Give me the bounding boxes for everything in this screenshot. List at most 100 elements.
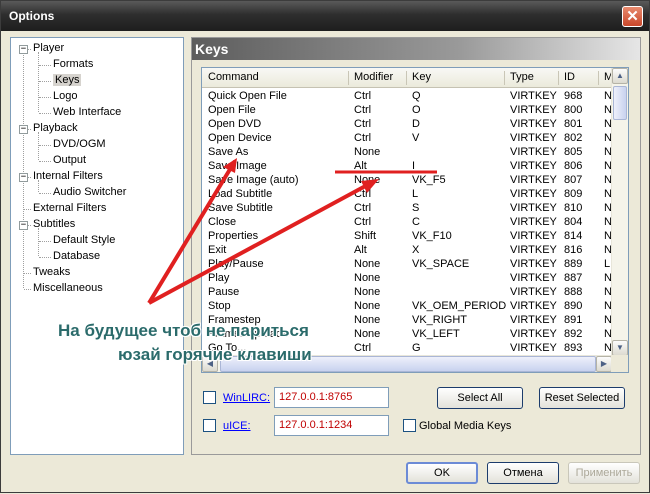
uice-link[interactable]: uICE: — [223, 420, 251, 432]
table-cell: Ctrl — [354, 132, 372, 144]
table-row[interactable]: Exit Alt X VIRTKEY 816 N — [202, 244, 612, 258]
collapse-icon[interactable]: − — [19, 45, 28, 54]
apply-button[interactable]: Применить — [568, 462, 640, 484]
table-row[interactable]: Save Image (auto) None VK_F5 VIRTKEY 807 N — [202, 174, 612, 188]
column-separator[interactable] — [558, 71, 559, 85]
table-row[interactable]: Pause None VIRTKEY 888 N — [202, 286, 612, 300]
ok-button[interactable]: OK — [406, 462, 478, 484]
table-row[interactable]: Save As None VIRTKEY 805 N — [202, 146, 612, 160]
table-cell: V — [412, 132, 420, 144]
table-cell: VIRTKEY — [510, 90, 557, 102]
list-header: Command Modifier Key Type ID M — [202, 68, 613, 88]
table-cell: Stop — [208, 300, 231, 312]
column-header-key[interactable]: Key — [412, 71, 431, 83]
tree-item-miscellaneous[interactable]: Miscellaneous — [33, 282, 103, 294]
tree-guide-line — [39, 81, 51, 82]
tree-item-formats[interactable]: Formats — [53, 58, 93, 70]
table-row[interactable]: Play None VIRTKEY 887 N — [202, 272, 612, 286]
arrow-down-icon: ▼ — [616, 343, 624, 352]
select-all-button[interactable]: Select All — [437, 387, 523, 409]
table-cell: 802 — [564, 132, 583, 144]
table-row[interactable]: Save Image Alt I VIRTKEY 806 N — [202, 160, 612, 174]
table-cell: VIRTKEY — [510, 258, 557, 270]
collapse-icon[interactable]: − — [19, 221, 28, 230]
table-cell: VIRTKEY — [510, 216, 557, 228]
table-row[interactable]: Properties Shift VK_F10 VIRTKEY 814 N — [202, 230, 612, 244]
tree-guide-line — [39, 257, 51, 258]
table-cell: S — [412, 202, 420, 214]
table-row[interactable]: Open Device Ctrl V VIRTKEY 802 N — [202, 132, 612, 146]
column-header-type[interactable]: Type — [510, 71, 534, 83]
table-cell: 893 — [564, 342, 583, 354]
table-row[interactable]: Close Ctrl C VIRTKEY 804 N — [202, 216, 612, 230]
tree-item-web-interface[interactable]: Web Interface — [53, 106, 121, 118]
tree-item-external-filters[interactable]: External Filters — [33, 202, 106, 214]
table-cell: 887 — [564, 272, 583, 284]
scroll-up-button[interactable]: ▲ — [612, 68, 628, 84]
table-cell: None — [354, 286, 381, 298]
vertical-scrollbar[interactable]: ▲ ▼ — [611, 68, 628, 356]
table-cell: None — [354, 146, 381, 158]
tree-item-internal-filters[interactable]: Internal Filters — [33, 170, 103, 182]
title-bar[interactable]: Options ✕ — [1, 1, 649, 31]
column-header-id[interactable]: ID — [564, 71, 575, 83]
tree-item-subtitles[interactable]: Subtitles — [33, 218, 75, 230]
collapse-icon[interactable]: − — [19, 173, 28, 182]
tree-item-audio-switcher[interactable]: Audio Switcher — [53, 186, 126, 198]
tree-item-logo[interactable]: Logo — [53, 90, 77, 102]
table-cell: VIRTKEY — [510, 272, 557, 284]
uice-checkbox[interactable] — [203, 419, 216, 432]
uice-address-field[interactable]: 127.0.0.1:1234 — [274, 415, 389, 436]
table-row[interactable]: Play/Pause None VK_SPACE VIRTKEY 889 L — [202, 258, 612, 272]
table-row[interactable]: Load Subtitle Ctrl L VIRTKEY 809 N — [202, 188, 612, 202]
reset-selected-button[interactable]: Reset Selected — [539, 387, 625, 409]
tree-guide-line — [39, 113, 51, 114]
tree-item-default-style[interactable]: Default Style — [53, 234, 115, 246]
tree-item-playback[interactable]: Playback — [33, 122, 78, 134]
scroll-down-button[interactable]: ▼ — [612, 340, 628, 356]
options-tree: − Player Formats Keys Logo Web Interface − Play… — [10, 37, 184, 455]
scroll-right-button[interactable]: ▶ — [596, 356, 612, 372]
tree-item-dvd-ogm[interactable]: DVD/OGM — [53, 138, 106, 150]
column-separator[interactable] — [598, 71, 599, 85]
table-cell: None — [354, 258, 381, 270]
table-cell: Alt — [354, 160, 367, 172]
tree-item-tweaks[interactable]: Tweaks — [33, 266, 70, 278]
table-cell: 806 — [564, 160, 583, 172]
global-media-keys-checkbox[interactable] — [403, 419, 416, 432]
tree-item-output[interactable]: Output — [53, 154, 86, 166]
table-cell: None — [354, 174, 381, 186]
scroll-corner — [611, 355, 628, 372]
winlirc-checkbox[interactable] — [203, 391, 216, 404]
winlirc-link[interactable]: WinLIRC: — [223, 392, 270, 404]
options-window: Options ✕ − Player Formats Keys Logo Web Inte… — [0, 0, 650, 493]
table-row[interactable]: Quick Open File Ctrl Q VIRTKEY 968 N — [202, 90, 612, 104]
table-cell: 816 — [564, 244, 583, 256]
tree-guide-line — [38, 132, 39, 160]
table-cell: VIRTKEY — [510, 118, 557, 130]
column-separator[interactable] — [406, 71, 407, 85]
column-separator[interactable] — [348, 71, 349, 85]
tree-item-player[interactable]: Player — [33, 42, 64, 54]
scroll-thumb[interactable] — [613, 86, 627, 120]
table-row[interactable]: Open File Ctrl O VIRTKEY 800 N — [202, 104, 612, 118]
table-cell: 968 — [564, 90, 583, 102]
table-row[interactable]: Stop None VK_OEM_PERIOD VIRTKEY 890 N — [202, 300, 612, 314]
column-separator[interactable] — [504, 71, 505, 85]
column-header-modifier[interactable]: Modifier — [354, 71, 393, 83]
table-row[interactable]: Open DVD Ctrl D VIRTKEY 801 N — [202, 118, 612, 132]
table-cell: G — [412, 342, 421, 354]
table-row[interactable]: Save Subtitle Ctrl S VIRTKEY 810 N — [202, 202, 612, 216]
table-cell: VIRTKEY — [510, 342, 557, 354]
tree-item-keys[interactable]: Keys — [53, 74, 82, 86]
column-header-command[interactable]: Command — [208, 71, 259, 83]
cancel-button[interactable]: Отмена — [487, 462, 559, 484]
table-cell: VIRTKEY — [510, 146, 557, 158]
table-cell: 891 — [564, 314, 583, 326]
close-button[interactable]: ✕ — [622, 6, 643, 27]
collapse-icon[interactable]: − — [19, 125, 28, 134]
tree-item-database[interactable]: Database — [53, 250, 100, 262]
winlirc-address-field[interactable]: 127.0.0.1:8765 — [274, 387, 389, 408]
table-cell: VIRTKEY — [510, 202, 557, 214]
table-cell: VIRTKEY — [510, 244, 557, 256]
